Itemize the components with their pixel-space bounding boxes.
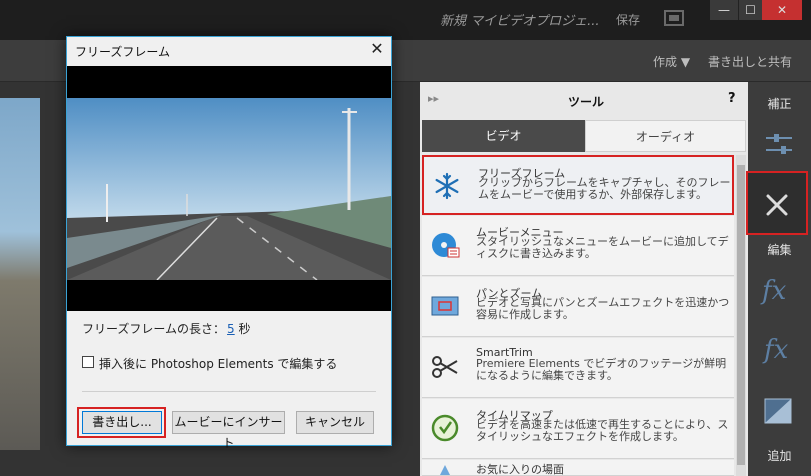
- tool-description: Premiere Elements でビデオのフッテージが鮮明になるように編集で…: [476, 357, 727, 382]
- disc-menu-icon: [432, 233, 460, 258]
- tools-wrench-icon: [766, 194, 788, 216]
- monitor-video-preview: [0, 98, 40, 450]
- effects-fx-icon[interactable]: fx: [764, 335, 788, 365]
- tab-audio[interactable]: オーディオ: [585, 120, 746, 152]
- minimize-button[interactable]: —: [710, 0, 738, 20]
- tools-panel-title: ツール: [568, 95, 605, 109]
- tool-description: スタイリッシュなメニューをムービーに追加してディスクに書き込みます。: [476, 235, 729, 260]
- edit-in-photoshop-checkbox[interactable]: [82, 356, 94, 368]
- save-button[interactable]: 保存: [616, 11, 640, 28]
- project-title: 新規 マイビデオプロジェ...: [440, 14, 600, 29]
- close-window-button[interactable]: ✕: [762, 0, 802, 20]
- help-button[interactable]: ?: [728, 91, 736, 106]
- frame-preview-image: [67, 98, 391, 280]
- tool-description: ビデオを高速または低速で再生することにより、スタイリッシュなエフェクトを作成しま…: [476, 418, 729, 443]
- add-label: 追加: [767, 449, 792, 463]
- time-remap-icon: [431, 414, 459, 442]
- transitions-icon[interactable]: [764, 398, 792, 424]
- maximize-button[interactable]: ☐: [738, 0, 762, 20]
- edit-in-photoshop-label[interactable]: 挿入後に Photoshop Elements で編集する: [99, 355, 337, 372]
- freeze-length-label: フリーズフレームの長さ：: [82, 322, 226, 336]
- collapse-arrows-icon[interactable]: ▸▸: [428, 92, 439, 105]
- favorite-icon: [440, 465, 450, 475]
- tool-item-freeze-frame[interactable]: フリーズフレーム クリップからフレームをキャプチャし、そのフレームをムービーで使…: [422, 155, 734, 215]
- tool-item-favorite-scenes[interactable]: お気に入りの場面: [422, 460, 734, 476]
- dialog-divider: [82, 391, 376, 392]
- dialog-title: フリーズフレーム: [75, 45, 171, 59]
- effects-fx-pen-icon[interactable]: fx: [762, 276, 786, 306]
- tool-item-smarttrim[interactable]: SmartTrim Premiere Elements でビデオのフッテージが鮮…: [422, 338, 734, 398]
- tool-item-time-remap[interactable]: タイムリマップ ビデオを高速または低速で再生することにより、スタイリッシュなエフ…: [422, 399, 734, 459]
- tool-item-movie-menu[interactable]: ムービーメニュー スタイリッシュなメニューをムービーに追加してディスクに書き込み…: [422, 216, 734, 276]
- dialog-close-button[interactable]: ✕: [368, 40, 386, 58]
- tool-description: ビデオと写真にパンとズームエフェクトを迅速かつ容易に作成します。: [476, 296, 730, 321]
- adjust-sliders-icon[interactable]: [764, 132, 794, 158]
- tools-scrollbar-thumb[interactable]: [737, 165, 745, 465]
- tab-video[interactable]: ビデオ: [422, 120, 585, 152]
- freeze-length-unit: 秒: [238, 322, 251, 336]
- export-share-button[interactable]: 書き出しと共有: [708, 53, 792, 70]
- scissors-icon: [432, 356, 458, 378]
- adjust-label[interactable]: 補正: [748, 95, 811, 112]
- cancel-button[interactable]: キャンセル: [296, 411, 374, 434]
- tool-item-pan-zoom[interactable]: パンとズーム ビデオと写真にパンとズームエフェクトを迅速かつ容易に作成します。: [422, 277, 734, 337]
- insert-in-movie-button[interactable]: ムービーにインサート: [172, 411, 285, 450]
- tool-name: お気に入りの場面: [476, 463, 564, 476]
- pan-zoom-icon: [431, 296, 459, 316]
- freeze-length-row: フリーズフレームの長さ： 5 秒: [82, 320, 251, 337]
- tool-description: クリップからフレームをキャプチャし、そのフレームをムービーで使用するか、外部保存…: [478, 176, 731, 201]
- export-button[interactable]: 書き出し...: [82, 411, 162, 434]
- snowflake-icon: [435, 172, 459, 200]
- create-menu-button[interactable]: 作成 ▼: [653, 53, 690, 70]
- fullscreen-icon[interactable]: [664, 10, 684, 26]
- app-title-bar: [0, 0, 811, 40]
- edit-label: 編集: [767, 243, 792, 257]
- freeze-length-value[interactable]: 5: [227, 322, 235, 336]
